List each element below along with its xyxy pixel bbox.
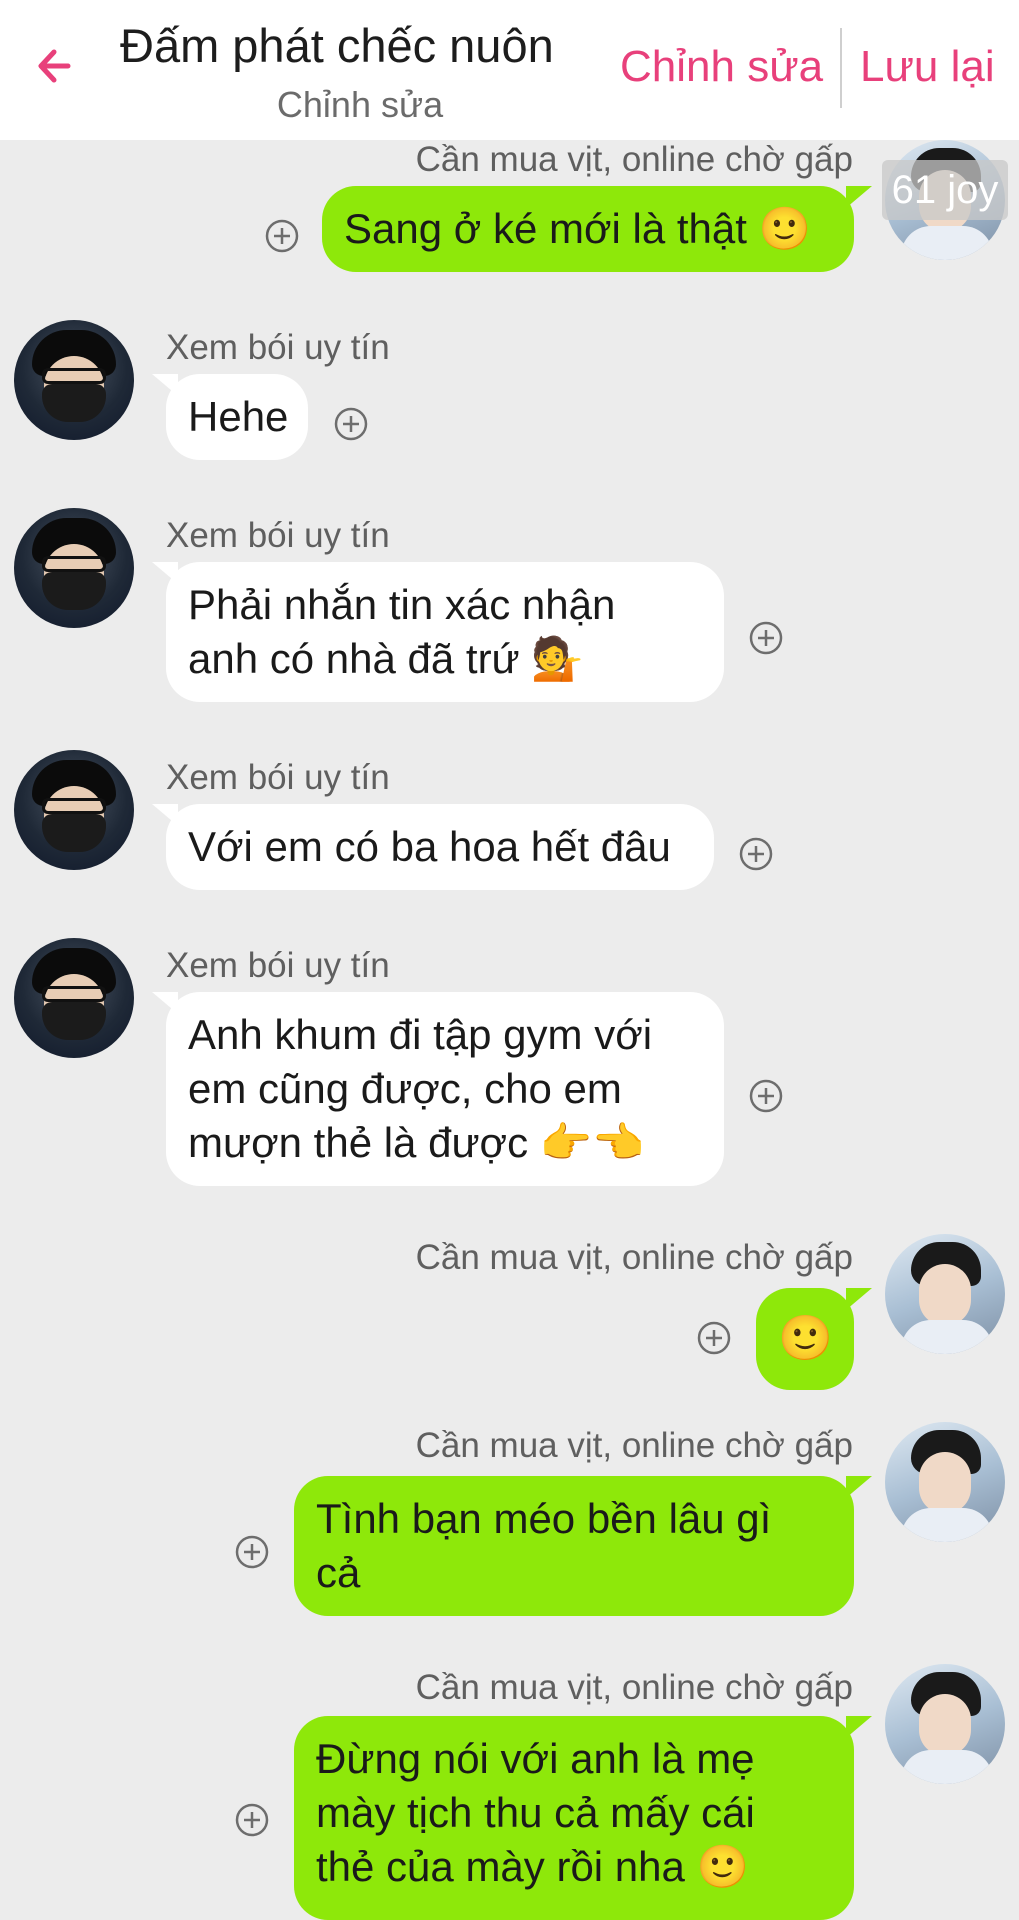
message-bubble[interactable]: 🙂: [756, 1288, 854, 1390]
message-line: Hehe: [188, 393, 289, 440]
add-circle-icon: [235, 1803, 269, 1837]
sender-name: Xem bói uy tín: [166, 328, 390, 367]
message-line: anh có nhà đã trứ 💁: [188, 635, 584, 682]
chat-title: Đấm phát chếc nuôn: [120, 19, 554, 72]
add-reaction-button[interactable]: [696, 1320, 732, 1356]
bubble-tail: [846, 186, 872, 208]
sender-name: Cần mua vịt, online chờ gấp: [415, 1238, 853, 1277]
message-bubble[interactable]: Sang ở ké mới là thật 🙂: [322, 186, 854, 272]
message-line: mày tịch thu cả mấy cái: [316, 1789, 755, 1836]
add-circle-icon: [739, 837, 773, 871]
avatar[interactable]: [885, 1664, 1005, 1784]
message-bubble[interactable]: Hehe: [166, 374, 308, 460]
add-reaction-button[interactable]: [748, 1078, 784, 1114]
message-line: Phải nhắn tin xác nhận: [188, 581, 616, 628]
sender-name: Cần mua vịt, online chờ gấp: [415, 140, 853, 179]
avatar[interactable]: [885, 1234, 1005, 1354]
message-line: cả: [316, 1549, 361, 1596]
add-circle-icon: [235, 1535, 269, 1569]
message-line: Sang ở ké mới là thật 🙂: [344, 205, 811, 252]
message-bubble[interactable]: Phải nhắn tin xác nhận anh có nhà đã trứ…: [166, 562, 724, 702]
sender-name: Cần mua vịt, online chờ gấp: [415, 1426, 853, 1465]
message-bubble[interactable]: Với em có ba hoa hết đâu: [166, 804, 714, 890]
edit-button[interactable]: Chỉnh sửa: [620, 42, 823, 92]
add-circle-icon: [749, 1079, 783, 1113]
add-reaction-button[interactable]: [748, 620, 784, 656]
avatar[interactable]: [14, 508, 134, 628]
add-reaction-button[interactable]: [234, 1534, 270, 1570]
message-line: Đừng nói với anh là mẹ: [316, 1735, 755, 1782]
chat-header: Đấm phát chếc nuôn Chỉnh sửa Chỉnh sửa L…: [0, 0, 1019, 140]
avatar[interactable]: [885, 1422, 1005, 1542]
save-button[interactable]: Lưu lại: [860, 42, 995, 92]
back-button[interactable]: [28, 36, 88, 96]
add-circle-icon: [265, 219, 299, 253]
avatar[interactable]: [14, 320, 134, 440]
sender-name: Xem bói uy tín: [166, 758, 390, 797]
add-reaction-button[interactable]: [264, 218, 300, 254]
message-bubble[interactable]: Đừng nói với anh là mẹ mày tịch thu cả m…: [294, 1716, 854, 1920]
add-circle-icon: [334, 407, 368, 441]
message-line: Anh khum đi tập gym với: [188, 1011, 653, 1058]
add-reaction-button[interactable]: [333, 406, 369, 442]
avatar[interactable]: [14, 938, 134, 1058]
sender-name: Xem bói uy tín: [166, 516, 390, 555]
message-bubble[interactable]: Tình bạn méo bền lâu gì cả: [294, 1476, 854, 1616]
message-line: Tình bạn méo bền lâu gì: [316, 1495, 772, 1542]
bubble-tail: [846, 1476, 872, 1498]
sender-name: Cần mua vịt, online chờ gấp: [415, 1668, 853, 1707]
add-reaction-button[interactable]: [738, 836, 774, 872]
message-line: Với em có ba hoa hết đâu: [188, 823, 671, 870]
overlay-tag: 61 joy: [882, 160, 1008, 220]
bubble-tail: [846, 1288, 872, 1310]
sender-name: Xem bói uy tín: [166, 946, 390, 985]
message-line: 🙂: [778, 1313, 833, 1364]
chat-subtitle: Chỉnh sửa: [276, 84, 444, 125]
message-line: thẻ của mày rồi nha 🙂: [316, 1843, 749, 1890]
bubble-tail: [846, 1716, 872, 1738]
message-bubble[interactable]: Anh khum đi tập gym với em cũng được, ch…: [166, 992, 724, 1186]
back-arrow-icon: [38, 49, 71, 83]
message-line: em cũng được, cho em: [188, 1065, 622, 1112]
header-divider: [840, 28, 842, 108]
avatar[interactable]: [14, 750, 134, 870]
message-line: mượn thẻ là được 👉👈: [188, 1119, 645, 1166]
add-circle-icon: [697, 1321, 731, 1355]
add-circle-icon: [749, 621, 783, 655]
add-reaction-button[interactable]: [234, 1802, 270, 1838]
